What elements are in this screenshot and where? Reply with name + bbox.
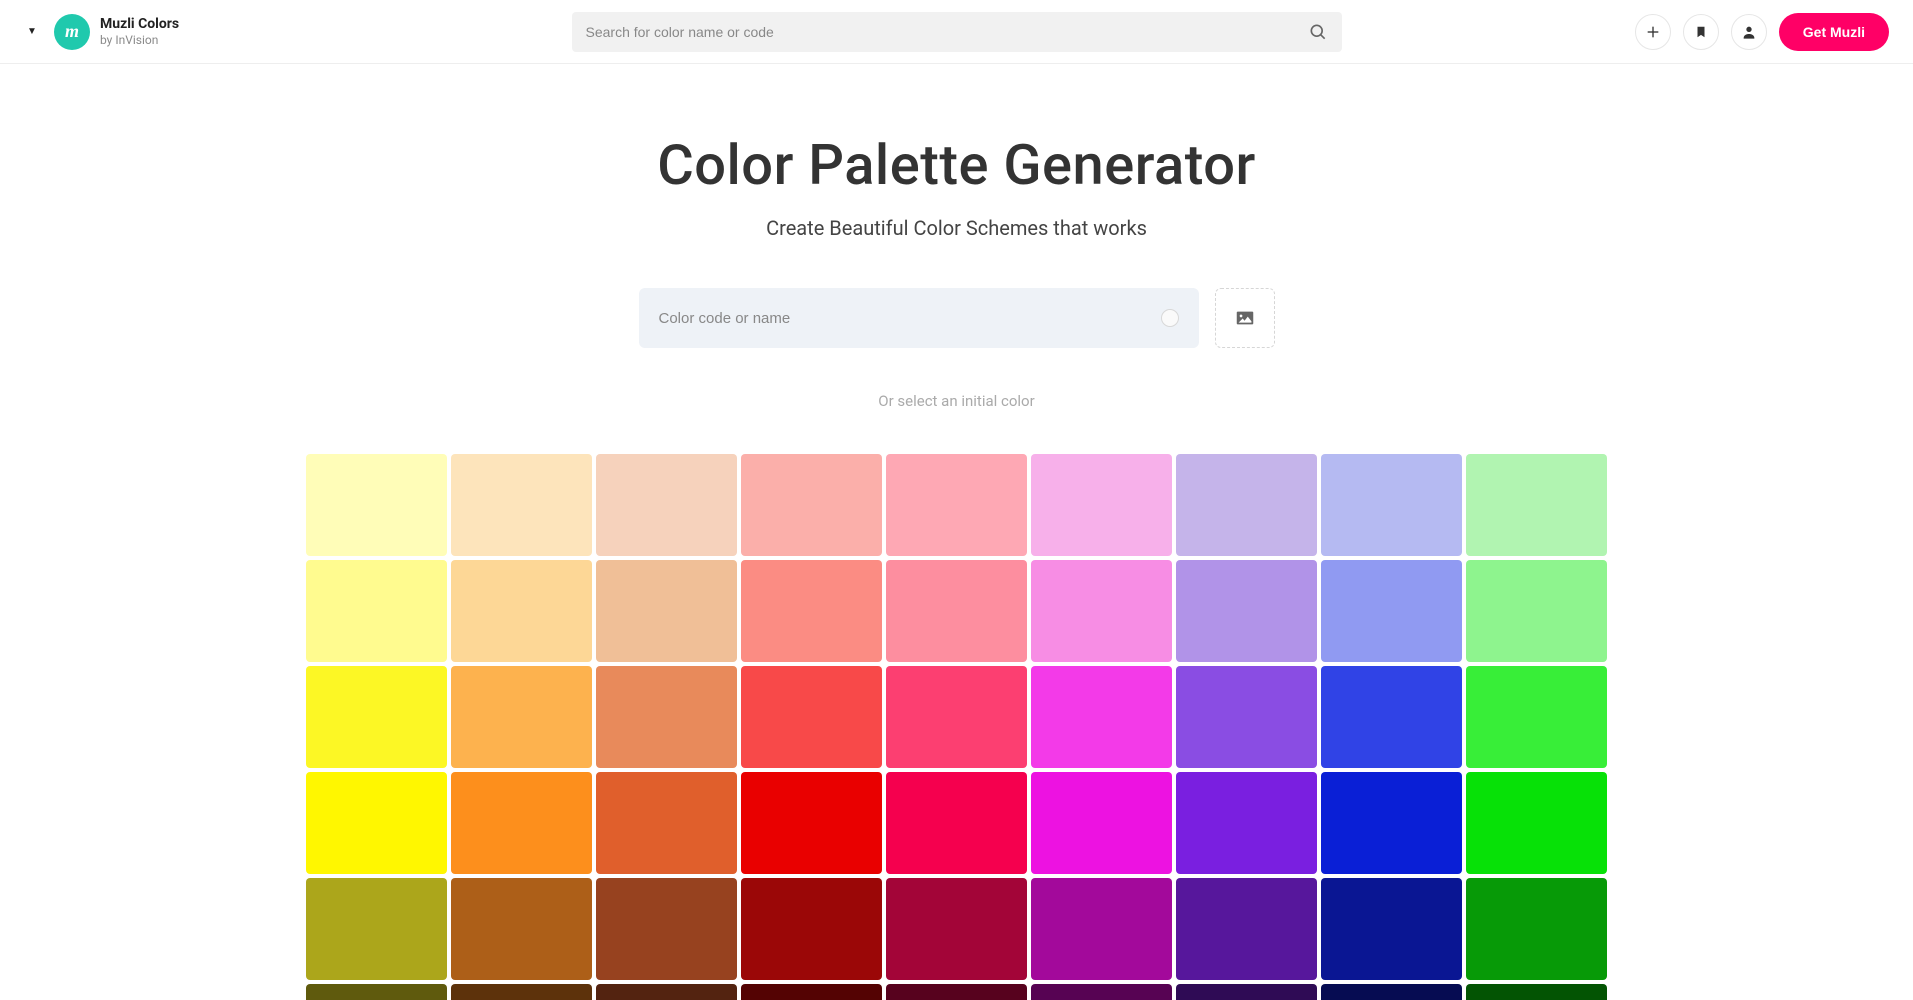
- chevron-down-icon[interactable]: ▼: [24, 24, 40, 40]
- color-code-input[interactable]: [659, 310, 1161, 327]
- color-grid-row: [306, 984, 1607, 1000]
- color-swatch[interactable]: [1176, 666, 1317, 768]
- color-preview-swatch[interactable]: [1161, 309, 1179, 327]
- color-swatch[interactable]: [1031, 560, 1172, 662]
- search-icon[interactable]: [1308, 22, 1328, 42]
- color-swatch[interactable]: [306, 878, 447, 980]
- image-upload-button[interactable]: [1215, 288, 1275, 348]
- color-swatch[interactable]: [1031, 772, 1172, 874]
- color-swatch[interactable]: [451, 560, 592, 662]
- color-grid-row: [306, 666, 1607, 768]
- color-swatch[interactable]: [596, 878, 737, 980]
- color-swatch[interactable]: [596, 772, 737, 874]
- main-content: Color Palette Generator Create Beautiful…: [0, 64, 1913, 1000]
- color-swatch[interactable]: [1466, 666, 1607, 768]
- color-grid-row: [306, 878, 1607, 980]
- color-swatch[interactable]: [886, 772, 1027, 874]
- color-swatch[interactable]: [741, 984, 882, 1000]
- color-swatch[interactable]: [1466, 560, 1607, 662]
- search-input[interactable]: [586, 24, 1308, 40]
- color-swatch[interactable]: [886, 454, 1027, 556]
- color-swatch[interactable]: [596, 984, 737, 1000]
- or-select-label: Or select an initial color: [878, 392, 1034, 410]
- color-swatch[interactable]: [451, 454, 592, 556]
- color-swatch[interactable]: [306, 772, 447, 874]
- bookmark-button[interactable]: [1683, 14, 1719, 50]
- logo-icon: m: [54, 14, 90, 50]
- color-swatch[interactable]: [1321, 666, 1462, 768]
- color-swatch[interactable]: [1466, 984, 1607, 1000]
- get-muzli-button[interactable]: Get Muzli: [1779, 13, 1889, 51]
- color-grid: [306, 454, 1607, 1000]
- logo[interactable]: m Muzli Colors by InVision: [54, 14, 179, 50]
- bookmark-icon: [1694, 25, 1708, 39]
- color-swatch[interactable]: [1031, 984, 1172, 1000]
- color-grid-row: [306, 560, 1607, 662]
- color-swatch[interactable]: [741, 772, 882, 874]
- color-grid-row: [306, 772, 1607, 874]
- color-swatch[interactable]: [1031, 878, 1172, 980]
- color-swatch[interactable]: [1321, 984, 1462, 1000]
- color-swatch[interactable]: [596, 666, 737, 768]
- color-swatch[interactable]: [1176, 878, 1317, 980]
- logo-title: Muzli Colors: [100, 16, 179, 33]
- color-swatch[interactable]: [596, 560, 737, 662]
- color-swatch[interactable]: [886, 560, 1027, 662]
- color-swatch[interactable]: [1031, 454, 1172, 556]
- color-swatch[interactable]: [886, 984, 1027, 1000]
- color-input-row: [639, 288, 1275, 348]
- color-input-wrap[interactable]: [639, 288, 1199, 348]
- color-swatch[interactable]: [741, 560, 882, 662]
- color-swatch[interactable]: [306, 984, 447, 1000]
- color-swatch[interactable]: [741, 666, 882, 768]
- color-swatch[interactable]: [741, 454, 882, 556]
- add-button[interactable]: [1635, 14, 1671, 50]
- color-swatch[interactable]: [451, 878, 592, 980]
- color-swatch[interactable]: [1176, 454, 1317, 556]
- color-swatch[interactable]: [306, 454, 447, 556]
- color-swatch[interactable]: [1321, 560, 1462, 662]
- app-header: ▼ m Muzli Colors by InVision: [0, 0, 1913, 64]
- color-swatch[interactable]: [1176, 560, 1317, 662]
- color-swatch[interactable]: [1321, 878, 1462, 980]
- color-swatch[interactable]: [306, 560, 447, 662]
- header-actions: Get Muzli: [1635, 13, 1889, 51]
- color-swatch[interactable]: [1466, 878, 1607, 980]
- color-swatch[interactable]: [1176, 984, 1317, 1000]
- image-icon: [1234, 307, 1256, 329]
- color-swatch[interactable]: [741, 878, 882, 980]
- color-swatch[interactable]: [1321, 772, 1462, 874]
- header-search[interactable]: [572, 12, 1342, 52]
- logo-subtitle: by InVision: [100, 33, 179, 47]
- color-grid-row: [306, 454, 1607, 556]
- color-swatch[interactable]: [596, 454, 737, 556]
- color-swatch[interactable]: [1176, 772, 1317, 874]
- color-swatch[interactable]: [306, 666, 447, 768]
- color-swatch[interactable]: [451, 666, 592, 768]
- plus-icon: [1645, 24, 1661, 40]
- color-swatch[interactable]: [1466, 772, 1607, 874]
- page-title: Color Palette Generator: [657, 132, 1256, 198]
- color-swatch[interactable]: [886, 666, 1027, 768]
- color-swatch[interactable]: [1031, 666, 1172, 768]
- user-icon: [1741, 24, 1757, 40]
- page-subtitle: Create Beautiful Color Schemes that work…: [766, 216, 1147, 240]
- color-swatch[interactable]: [886, 878, 1027, 980]
- color-swatch[interactable]: [1466, 454, 1607, 556]
- user-button[interactable]: [1731, 14, 1767, 50]
- color-swatch[interactable]: [451, 772, 592, 874]
- color-swatch[interactable]: [451, 984, 592, 1000]
- color-swatch[interactable]: [1321, 454, 1462, 556]
